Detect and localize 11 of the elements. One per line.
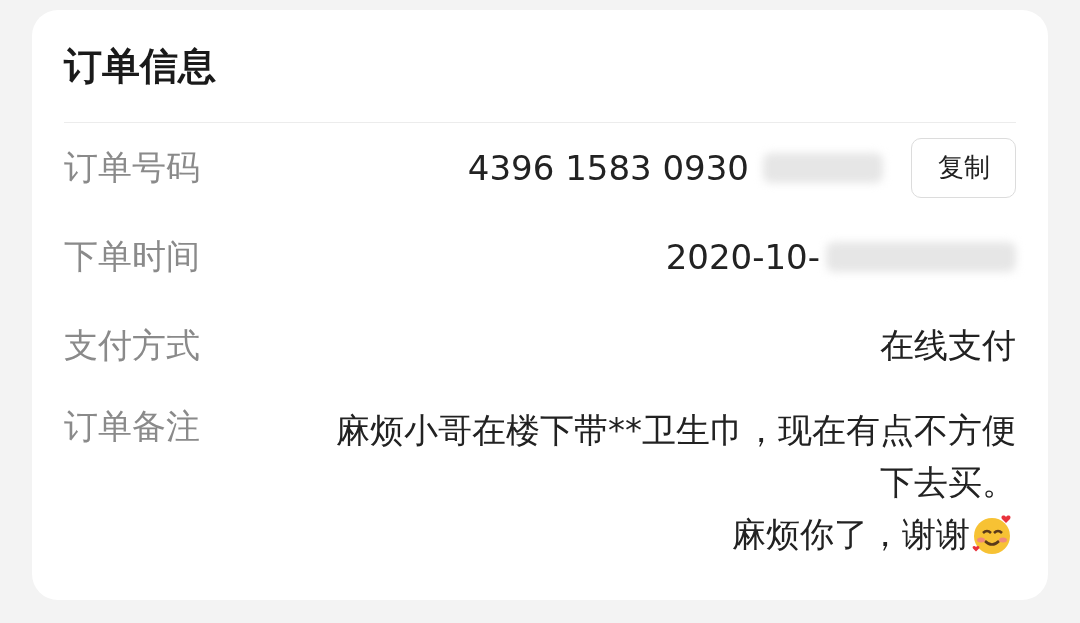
field-label: 订单备注 [64,405,201,448]
field-label: 下单时间 [64,234,201,278]
order-number: 4396 1583 0930 [467,147,749,188]
field-value: 2020-10- [665,236,820,277]
card-title: 订单信息 [64,10,1016,123]
copy-button[interactable]: 复制 [911,137,1016,198]
note-text: 麻烦小哥在楼下带**卫生巾，现在有点不方便下去买。 [335,409,1016,504]
field-value: 在线支付 [880,323,1016,367]
note-text: 麻烦你了，谢谢 [732,513,970,556]
field-label: 支付方式 [64,323,201,367]
field-label: 订单号码 [64,145,201,189]
